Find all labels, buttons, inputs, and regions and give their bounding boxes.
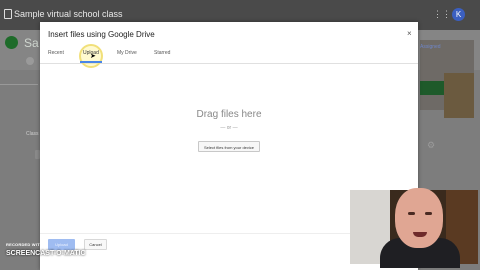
page-icon: [4, 9, 12, 19]
tab-my-drive[interactable]: My Drive: [117, 50, 137, 56]
webcam-eye: [408, 212, 415, 215]
divider: [0, 84, 38, 85]
webcam-person-head: [395, 188, 443, 248]
gear-icon[interactable]: ⚙: [427, 140, 435, 151]
tab-starred[interactable]: Starred: [154, 50, 170, 56]
classwork-label: Class: [26, 131, 39, 137]
close-icon[interactable]: ×: [407, 29, 412, 38]
assigned-label: Assigned: [420, 44, 441, 50]
upload-button[interactable]: Upload: [48, 239, 75, 250]
dialog-title: Insert files using Google Drive: [48, 30, 155, 39]
mouse-cursor-icon: ➤: [90, 53, 96, 60]
apps-grid-icon[interactable]: ⋮⋮: [433, 10, 451, 19]
cancel-button[interactable]: Cancel: [84, 239, 107, 250]
account-avatar[interactable]: K: [452, 8, 465, 21]
browser-tab-title: Sample virtual school class: [14, 9, 123, 19]
tab-recent[interactable]: Recent: [48, 50, 64, 56]
drop-zone-text: Drag files here: [196, 109, 262, 120]
or-separator: — or —: [220, 125, 238, 131]
active-tab-indicator: [80, 61, 102, 63]
class-title: Sa: [24, 36, 39, 50]
select-files-button[interactable]: Select files from your device: [198, 141, 260, 152]
assign-button[interactable]: [420, 81, 444, 95]
webcam-eye: [425, 212, 432, 215]
side-image: [444, 73, 474, 118]
watermark-recorded-with: RECORDED WITH: [6, 242, 43, 247]
watermark-brand: SCREENCAST-O-MATIC: [6, 250, 86, 257]
user-avatar-icon: [26, 57, 34, 65]
classroom-logo-icon: [5, 36, 18, 49]
